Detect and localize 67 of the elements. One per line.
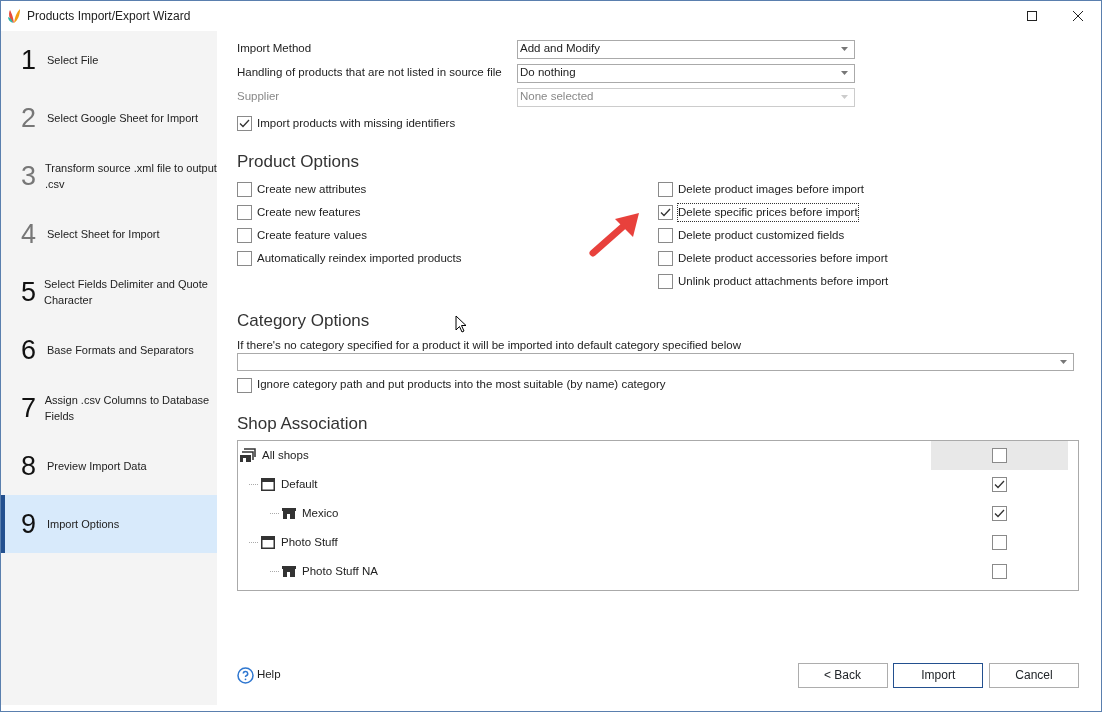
wizard-step[interactable]: 1 Select File	[1, 31, 217, 89]
checkbox-label: Import products with missing identifiers	[257, 115, 456, 131]
section-heading: Shop Association	[237, 413, 368, 435]
checkbox-label: Automatically reindex imported products	[257, 251, 462, 267]
help-link[interactable]: Help	[256, 666, 281, 684]
checkbox-label: Create new features	[257, 205, 361, 221]
field-label: Handling of products that are not listed in source file	[237, 65, 503, 81]
close-icon[interactable]	[1073, 11, 1083, 21]
wizard-step[interactable]: 5 Select Fields Delimiter and Quote Character	[1, 263, 217, 321]
category-dropdown[interactable]	[237, 352, 1074, 371]
checkbox[interactable]	[658, 251, 673, 267]
checkbox[interactable]	[992, 505, 1007, 521]
checkbox-label: Create new attributes	[257, 182, 367, 198]
tree-item-label[interactable]: Photo Stuff NA	[302, 562, 378, 581]
checkbox[interactable]	[992, 563, 1007, 579]
maximize-icon[interactable]	[1027, 11, 1037, 21]
checkbox[interactable]	[237, 228, 252, 244]
checkbox[interactable]	[237, 115, 252, 131]
field-label: Supplier	[237, 89, 281, 105]
stores-icon	[240, 447, 256, 463]
checkbox[interactable]	[658, 205, 673, 221]
caret-icon	[841, 95, 848, 99]
dialog-button[interactable]: Import	[893, 662, 984, 688]
checkbox[interactable]	[992, 476, 1007, 492]
store-icon	[282, 565, 296, 577]
category-hint: If there's no category specified for a product it will be imported into default category specified below	[237, 337, 742, 353]
checkbox[interactable]	[658, 182, 673, 198]
checkbox[interactable]	[658, 228, 673, 244]
caret-icon	[841, 47, 848, 51]
checkbox-label: Delete product images before import	[678, 182, 864, 198]
window-title: Products Import/Export Wizard	[27, 8, 191, 25]
checkbox[interactable]	[237, 377, 252, 393]
checkbox[interactable]	[992, 534, 1007, 550]
checkbox[interactable]	[992, 447, 1007, 463]
store-icon	[282, 507, 296, 519]
checkbox[interactable]	[237, 251, 252, 267]
wizard-step[interactable]: 8 Preview Import Data	[1, 437, 217, 495]
help-icon	[237, 666, 254, 684]
wizard-step[interactable]: 7 Assign .csv Columns to Database Fields	[1, 379, 217, 437]
section-heading: Category Options	[237, 310, 370, 331]
mouse-cursor-icon	[455, 315, 467, 333]
field-label: Import Method	[237, 41, 313, 57]
checkbox-label: Ignore category path and put products into the most suitable (by name) category	[257, 377, 666, 393]
window-icon	[261, 477, 275, 491]
app-logo-icon	[7, 8, 21, 24]
checkbox-label: Delete product accessories before import	[678, 251, 888, 267]
checkbox[interactable]	[658, 274, 673, 290]
section-heading: Product Options	[237, 152, 359, 173]
dropdown[interactable]: Do nothing	[517, 63, 855, 83]
checkbox-label: Unlink product attachments before import	[678, 274, 889, 290]
dialog-button[interactable]: < Back	[797, 662, 888, 688]
window-icon	[261, 535, 275, 549]
wizard-step[interactable]: 9 Import Options	[1, 495, 217, 553]
caret-icon	[1060, 359, 1067, 364]
checkbox-label: Delete product customized fields	[678, 228, 845, 244]
tree-item-label[interactable]: All shops	[262, 446, 309, 465]
dialog-button[interactable]: Cancel	[989, 662, 1079, 688]
caret-icon	[841, 71, 848, 75]
wizard-step[interactable]: 6 Base Formats and Separators	[1, 321, 217, 379]
dropdown[interactable]: Add and Modify	[517, 39, 855, 59]
checkbox-label: Create feature values	[257, 228, 367, 244]
tree-item-label[interactable]: Photo Stuff	[281, 533, 338, 552]
tree-item-label[interactable]: Mexico	[302, 504, 339, 523]
checkbox[interactable]	[237, 205, 252, 221]
tree-item-label[interactable]: Default	[281, 475, 318, 494]
checkbox[interactable]	[237, 182, 252, 198]
checkbox-label: Delete specific prices before import	[678, 204, 858, 222]
